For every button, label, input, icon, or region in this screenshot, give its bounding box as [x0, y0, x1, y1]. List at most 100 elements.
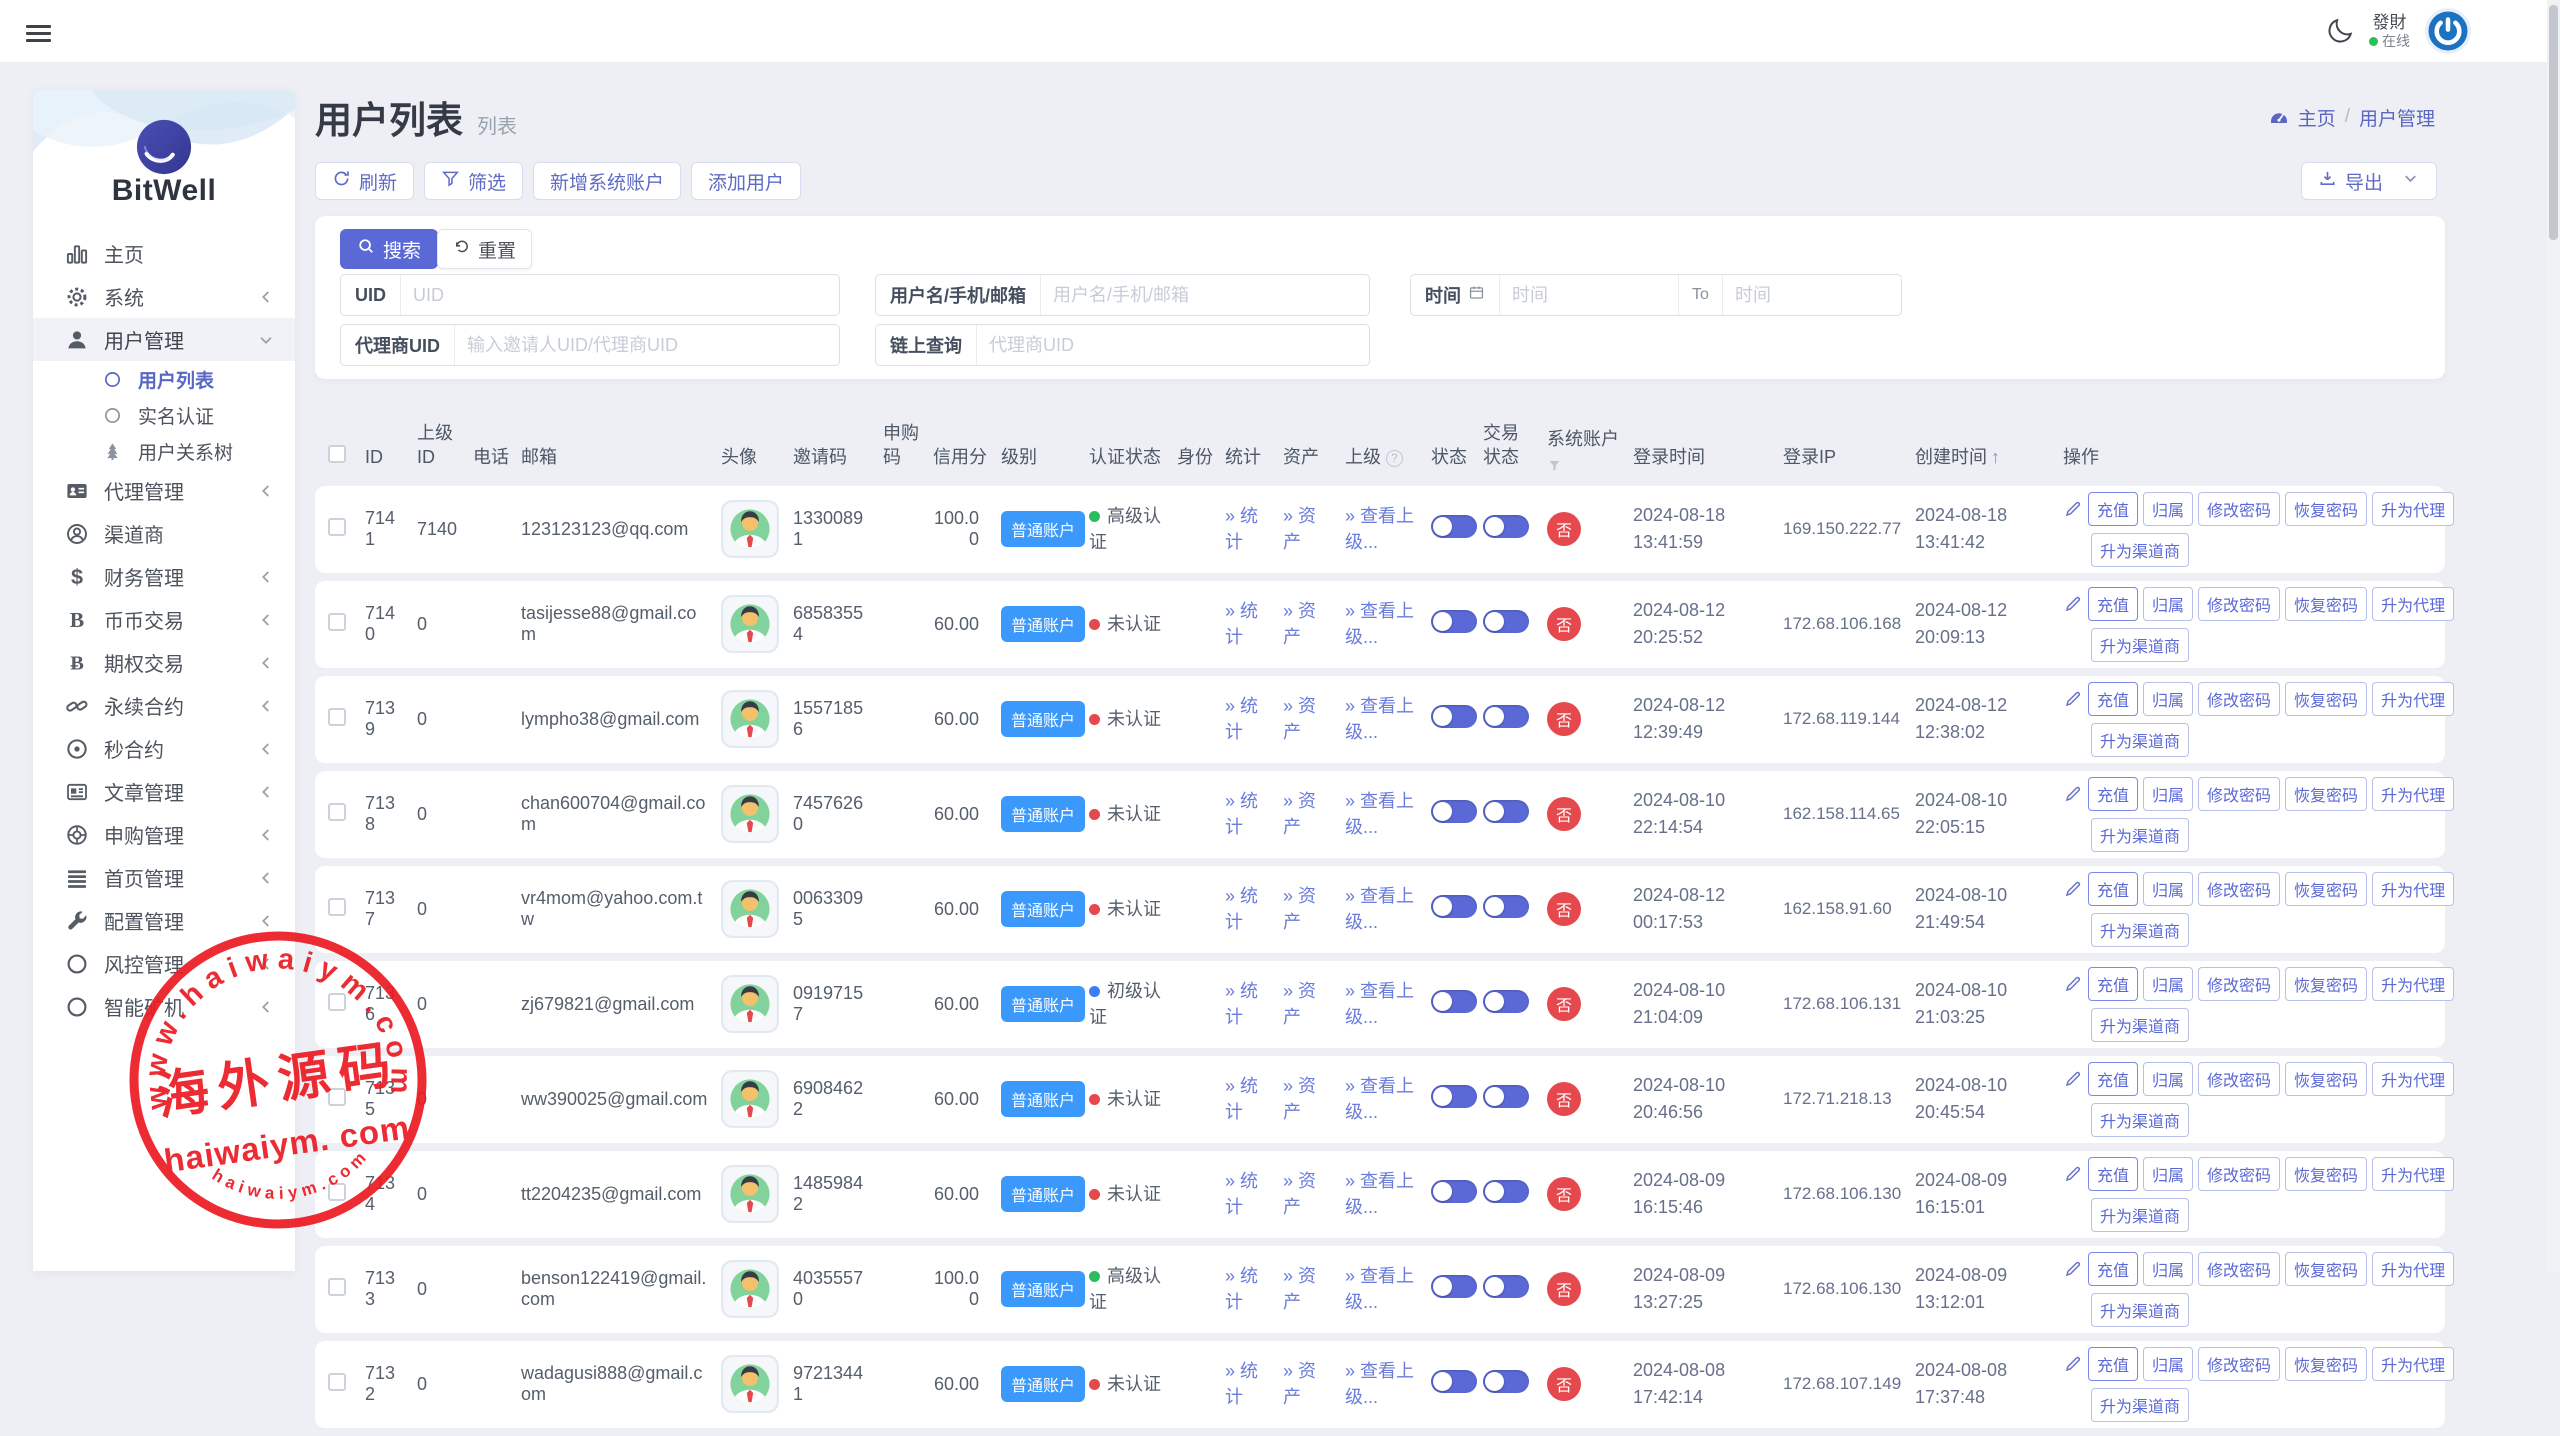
trade-status-toggle[interactable] — [1483, 610, 1529, 633]
time-to-input[interactable] — [1723, 275, 1901, 315]
breadcrumb-current[interactable]: 用户管理 — [2359, 104, 2435, 131]
user-info[interactable]: 發財 在线 — [2369, 12, 2410, 51]
sidebar-item[interactable]: 秒合约 — [33, 727, 295, 770]
row-checkbox[interactable] — [328, 613, 346, 631]
sidebar-item[interactable]: 用户管理 — [33, 318, 295, 361]
status-toggle[interactable] — [1431, 705, 1477, 728]
parent-link[interactable]: » 查看上级... — [1345, 601, 1414, 647]
trade-status-toggle[interactable] — [1483, 895, 1529, 918]
stats-link[interactable]: » 统计 — [1225, 791, 1258, 837]
sidebar-item[interactable]: 风控管理 — [33, 942, 295, 985]
user-avatar[interactable] — [2424, 7, 2472, 55]
status-toggle[interactable] — [1431, 1085, 1477, 1108]
change-password-button[interactable]: 修改密码 — [2198, 777, 2280, 811]
row-checkbox[interactable] — [328, 518, 346, 536]
dark-mode-icon[interactable] — [2325, 16, 2355, 46]
change-password-button[interactable]: 修改密码 — [2198, 1252, 2280, 1286]
edit-icon[interactable] — [2063, 974, 2083, 994]
sidebar-subitem[interactable]: 用户列表 — [33, 361, 295, 397]
restore-password-button[interactable]: 恢复密码 — [2285, 682, 2367, 716]
promote-agent-button[interactable]: 升为代理 — [2372, 872, 2454, 906]
recharge-button[interactable]: 充值 — [2088, 1062, 2138, 1096]
breadcrumb-home[interactable]: 主页 — [2298, 104, 2336, 131]
parent-link[interactable]: » 查看上级... — [1345, 506, 1414, 552]
restore-password-button[interactable]: 恢复密码 — [2285, 1062, 2367, 1096]
sidebar-subitem[interactable]: 用户关系树 — [33, 433, 295, 469]
promote-agent-button[interactable]: 升为代理 — [2372, 777, 2454, 811]
stats-link[interactable]: » 统计 — [1225, 1361, 1258, 1407]
assets-link[interactable]: » 资产 — [1283, 886, 1316, 932]
promote-agent-button[interactable]: 升为代理 — [2372, 1347, 2454, 1381]
edit-icon[interactable] — [2063, 1164, 2083, 1184]
status-toggle[interactable] — [1431, 990, 1477, 1013]
status-toggle[interactable] — [1431, 1180, 1477, 1203]
row-checkbox[interactable] — [328, 1088, 346, 1106]
assets-link[interactable]: » 资产 — [1283, 1361, 1316, 1407]
scrollbar-thumb[interactable] — [2549, 5, 2558, 240]
export-button[interactable]: 导出 — [2301, 162, 2437, 200]
edit-icon[interactable] — [2063, 1069, 2083, 1089]
attribution-button[interactable]: 归属 — [2143, 1062, 2193, 1096]
edit-icon[interactable] — [2063, 1354, 2083, 1374]
promote-agent-button[interactable]: 升为代理 — [2372, 492, 2454, 526]
change-password-button[interactable]: 修改密码 — [2198, 1157, 2280, 1191]
change-password-button[interactable]: 修改密码 — [2198, 872, 2280, 906]
assets-link[interactable]: » 资产 — [1283, 1171, 1316, 1217]
search-button[interactable]: 搜索 — [340, 229, 438, 269]
promote-channel-button[interactable]: 升为渠道商 — [2091, 1293, 2189, 1327]
parent-link[interactable]: » 查看上级... — [1345, 791, 1414, 837]
promote-channel-button[interactable]: 升为渠道商 — [2091, 1008, 2189, 1042]
stats-link[interactable]: » 统计 — [1225, 1266, 1258, 1312]
parent-link[interactable]: » 查看上级... — [1345, 696, 1414, 742]
promote-channel-button[interactable]: 升为渠道商 — [2091, 628, 2189, 662]
parent-link[interactable]: » 查看上级... — [1345, 1361, 1414, 1407]
sidebar-item[interactable]: Ƀ期权交易 — [33, 641, 295, 684]
trade-status-toggle[interactable] — [1483, 800, 1529, 823]
add-system-account-button[interactable]: 新增系统账户 — [533, 162, 681, 200]
attribution-button[interactable]: 归属 — [2143, 967, 2193, 1001]
status-toggle[interactable] — [1431, 800, 1477, 823]
sidebar-item[interactable]: 首页管理 — [33, 856, 295, 899]
attribution-button[interactable]: 归属 — [2143, 492, 2193, 526]
restore-password-button[interactable]: 恢复密码 — [2285, 777, 2367, 811]
trade-status-toggle[interactable] — [1483, 1085, 1529, 1108]
recharge-button[interactable]: 充值 — [2088, 777, 2138, 811]
restore-password-button[interactable]: 恢复密码 — [2285, 1347, 2367, 1381]
edit-icon[interactable] — [2063, 594, 2083, 614]
reset-button[interactable]: 重置 — [437, 229, 532, 269]
promote-agent-button[interactable]: 升为代理 — [2372, 587, 2454, 621]
sidebar-item[interactable]: 配置管理 — [33, 899, 295, 942]
attribution-button[interactable]: 归属 — [2143, 1252, 2193, 1286]
status-toggle[interactable] — [1431, 610, 1477, 633]
attribution-button[interactable]: 归属 — [2143, 1347, 2193, 1381]
change-password-button[interactable]: 修改密码 — [2198, 1347, 2280, 1381]
chain-query-input[interactable] — [977, 325, 1369, 365]
change-password-button[interactable]: 修改密码 — [2198, 682, 2280, 716]
sidebar-item[interactable]: 系统 — [33, 275, 295, 318]
select-all-checkbox[interactable] — [328, 445, 346, 463]
parent-link[interactable]: » 查看上级... — [1345, 1171, 1414, 1217]
change-password-button[interactable]: 修改密码 — [2198, 967, 2280, 1001]
restore-password-button[interactable]: 恢复密码 — [2285, 492, 2367, 526]
promote-channel-button[interactable]: 升为渠道商 — [2091, 818, 2189, 852]
uid-input[interactable] — [401, 275, 839, 315]
parent-link[interactable]: » 查看上级... — [1345, 1076, 1414, 1122]
sidebar-item[interactable]: $财务管理 — [33, 555, 295, 598]
status-toggle[interactable] — [1431, 1370, 1477, 1393]
promote-channel-button[interactable]: 升为渠道商 — [2091, 723, 2189, 757]
row-checkbox[interactable] — [328, 1278, 346, 1296]
sidebar-subitem[interactable]: 实名认证 — [33, 397, 295, 433]
recharge-button[interactable]: 充值 — [2088, 967, 2138, 1001]
promote-channel-button[interactable]: 升为渠道商 — [2091, 533, 2189, 567]
row-checkbox[interactable] — [328, 708, 346, 726]
edit-icon[interactable] — [2063, 784, 2083, 804]
recharge-button[interactable]: 充值 — [2088, 682, 2138, 716]
promote-agent-button[interactable]: 升为代理 — [2372, 1252, 2454, 1286]
sidebar-item[interactable]: 主页 — [33, 232, 295, 275]
trade-status-toggle[interactable] — [1483, 1275, 1529, 1298]
recharge-button[interactable]: 充值 — [2088, 1157, 2138, 1191]
restore-password-button[interactable]: 恢复密码 — [2285, 1252, 2367, 1286]
row-checkbox[interactable] — [328, 1183, 346, 1201]
keyword-input[interactable] — [1041, 275, 1369, 315]
promote-channel-button[interactable]: 升为渠道商 — [2091, 1198, 2189, 1232]
